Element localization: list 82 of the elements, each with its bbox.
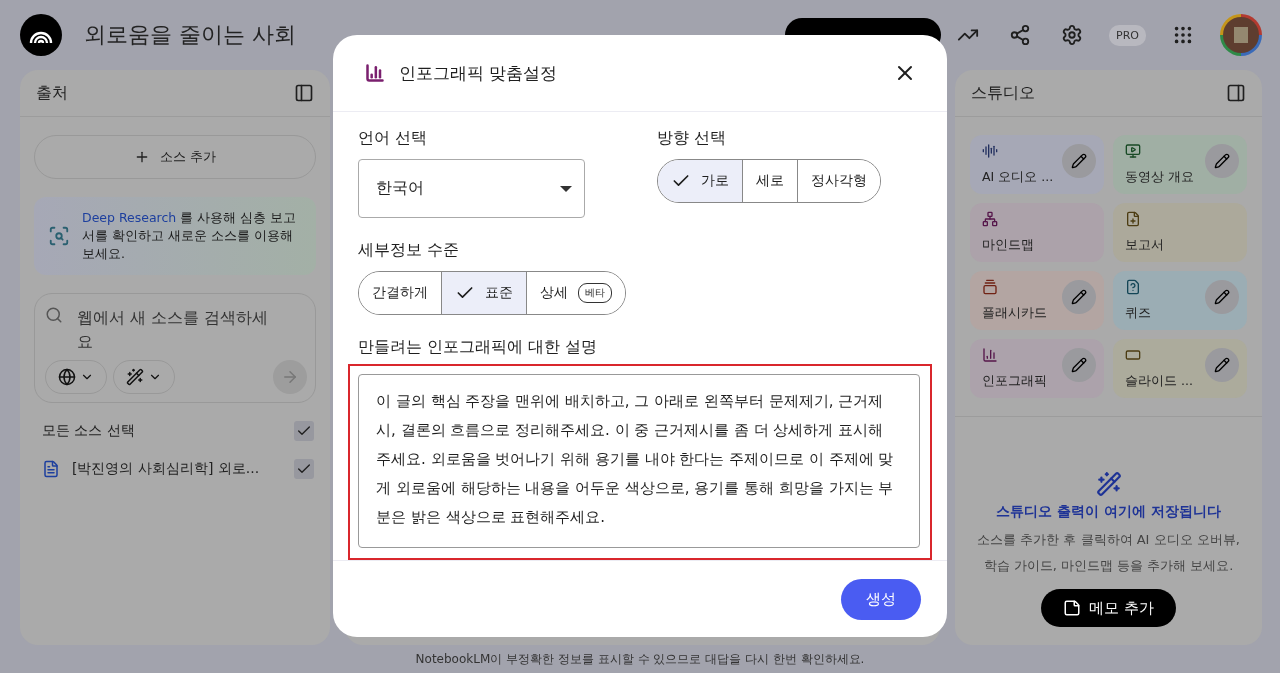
detail-option[interactable]: 표준 <box>441 272 526 314</box>
studio-tool-card[interactable]: AI 오디오 ... <box>970 135 1104 194</box>
studio-tool-card[interactable]: 슬라이드 ... <box>1113 339 1247 398</box>
beta-badge: 베타 <box>578 283 612 303</box>
empty-state-text: 소스를 추가한 후 클릭하여 AI 오디오 오버뷰, 학습 가이드, 마인드맵 등을 추가해 보세요. <box>976 531 1241 575</box>
plan-badge: PRO <box>1109 24 1146 46</box>
note-icon <box>1063 599 1082 617</box>
pencil-icon <box>1214 153 1230 169</box>
app-logo[interactable] <box>20 14 62 56</box>
bar-chart-icon <box>365 63 385 83</box>
cards-icon <box>982 279 998 295</box>
checkbox[interactable] <box>294 421 314 441</box>
checkbox[interactable] <box>294 459 314 479</box>
tool-label: 인포그래픽 <box>982 373 1048 390</box>
studio-tool-card[interactable]: 플래시카드 <box>970 271 1104 330</box>
edit-button[interactable] <box>1205 348 1239 382</box>
question-icon <box>1125 279 1141 295</box>
web-search-field[interactable]: 웹에서 새 소스를 검색하세요 <box>34 293 316 403</box>
magnifier-icon <box>48 225 70 247</box>
pencil-icon <box>1071 289 1087 305</box>
pencil-icon <box>1214 357 1230 373</box>
studio-tool-card[interactable]: 마인드맵 <box>970 203 1104 262</box>
sparkle-icon <box>126 368 144 386</box>
edit-button[interactable] <box>1062 280 1096 314</box>
globe-icon <box>58 368 76 386</box>
arrow-right-icon <box>281 368 299 386</box>
collapse-panel-icon[interactable] <box>1226 83 1246 103</box>
search-icon <box>45 306 63 324</box>
disclaimer-text: NotebookLM이 부정확한 정보를 표시할 수 있으므로 대답을 다시 한번 확인하세요. <box>415 650 865 668</box>
dialog-title: 인포그래픽 맞춤설정 <box>399 61 559 85</box>
language-select[interactable]: 한국어 <box>358 159 585 218</box>
studio-tool-card[interactable]: 동영상 개요 <box>1113 135 1247 194</box>
tool-label: 플래시카드 <box>982 305 1048 322</box>
add-note-button[interactable]: 메모 추가 <box>1041 589 1176 627</box>
edit-button[interactable] <box>1205 280 1239 314</box>
video-icon <box>1125 143 1141 159</box>
tool-label: 퀴즈 <box>1125 305 1152 322</box>
panel-title: 출처 <box>36 82 68 104</box>
generate-button[interactable]: 생성 <box>841 578 921 620</box>
studio-tool-card[interactable]: 인포그래픽 <box>970 339 1104 398</box>
edit-button[interactable] <box>1205 144 1239 178</box>
collapse-panel-icon[interactable] <box>294 83 314 103</box>
tool-label: 슬라이드 ... <box>1125 373 1194 390</box>
document-icon <box>1125 211 1141 227</box>
bar-chart-icon <box>982 347 998 363</box>
caret-icon <box>560 185 572 192</box>
research-mode-dropdown[interactable] <box>113 360 175 394</box>
tool-label: 마인드맵 <box>982 237 1035 254</box>
field-label: 방향 선택 <box>657 128 728 149</box>
deep-research-link[interactable]: Deep Research <box>82 210 177 225</box>
orientation-option[interactable]: 정사각형 <box>797 160 880 202</box>
empty-state-title: 스튜디오 출력이 여기에 저장됩니다 <box>996 503 1221 521</box>
field-label: 만들려는 인포그래픽에 대한 설명 <box>358 337 599 358</box>
studio-tool-card[interactable]: 퀴즈 <box>1113 271 1247 330</box>
detail-option[interactable]: 상세 베타 <box>526 272 625 314</box>
pencil-icon <box>1071 153 1087 169</box>
search-placeholder: 웹에서 새 소스를 검색하세요 <box>77 307 270 353</box>
waveform-icon <box>982 143 998 159</box>
pencil-icon <box>1071 357 1087 373</box>
avatar[interactable] <box>1220 14 1262 56</box>
tool-label: 동영상 개요 <box>1125 169 1195 186</box>
tool-label: 보고서 <box>1125 237 1165 254</box>
description-field[interactable]: 이 글의 핵심 주장을 맨위에 배치하고, 그 아래로 왼쪽부터 문제제기, 근거제시, 결론의 흐름으로 정리해주세요. 이 중 근거제시를 좀 더 상세하게 표시해주세요. 외로움을 벗어나기 위해 용기를 내야 한다는 주제이므로 이 주제에 맞게 외로움에 해당하는 내용을 어두운 색상으로, 용기를 통해 희망을 가지는 부분은 밝은 색상으로 표현해주세요. <box>358 374 920 548</box>
document-icon <box>42 460 60 478</box>
field-label: 언어 선택 <box>358 128 429 149</box>
slides-icon <box>1125 347 1141 363</box>
notebook-title: 외로움을 줄이는 사회 <box>84 21 296 49</box>
studio-tool-card[interactable]: 보고서 <box>1113 203 1247 262</box>
pencil-icon <box>1214 289 1230 305</box>
select-all-label: 모든 소스 선택 <box>42 422 136 440</box>
panel-title: 스튜디오 <box>971 82 1035 104</box>
web-source-dropdown[interactable] <box>45 360 107 394</box>
magic-wand-icon <box>1095 471 1122 497</box>
add-source-button[interactable]: 소스 추가 <box>34 135 316 179</box>
promo-text: Deep Research 를 사용해 심층 보고서를 확인하고 새로운 소스를 이용해 보세요. <box>82 209 298 263</box>
edit-button[interactable] <box>1062 348 1096 382</box>
source-title[interactable]: [박진영의 사회심리학] 외로... <box>72 460 282 478</box>
edit-button[interactable] <box>1062 144 1096 178</box>
mindmap-icon <box>982 211 998 227</box>
tool-label: AI 오디오 ... <box>982 169 1055 186</box>
orientation-option[interactable]: 가로 <box>658 160 742 202</box>
field-label: 세부정보 수준 <box>358 240 461 261</box>
